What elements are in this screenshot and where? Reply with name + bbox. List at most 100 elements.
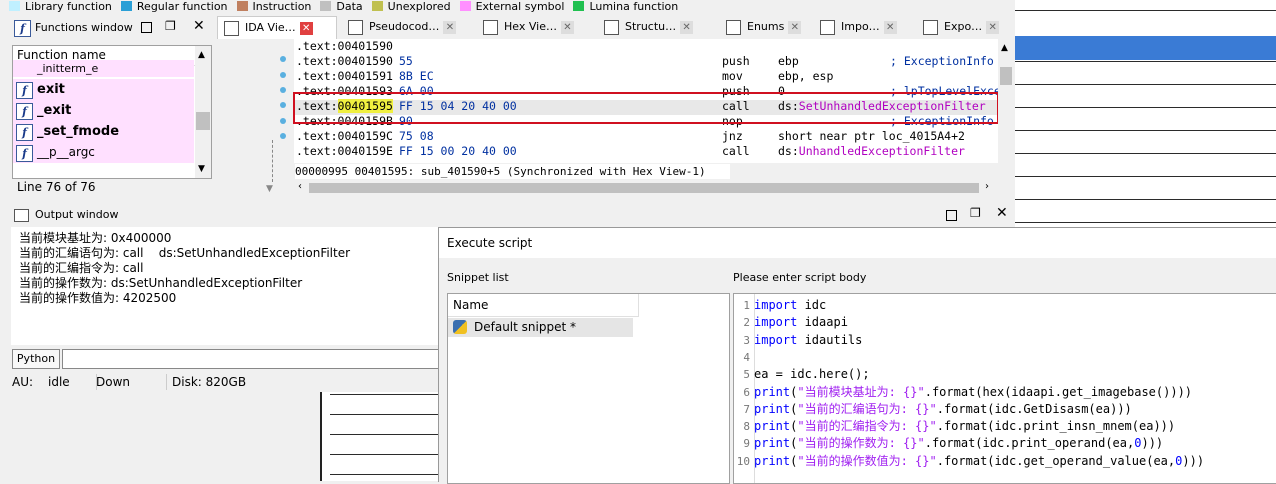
script-line[interactable]: 10 print("当前的操作数值为: {}".format(idc.get_op… <box>734 453 1204 470</box>
script-line[interactable]: 5 ea = idc.here(); <box>734 366 870 383</box>
disasm-address: .text:0040159C <box>296 129 393 143</box>
script-line[interactable]: 8 print("当前的汇编指令为: {}".format(idc.print_i… <box>734 418 1175 435</box>
list-item[interactable]: f _set_fmode <box>13 121 194 142</box>
color-legend: Library function Regular function Instruct… <box>0 0 1015 12</box>
breakpoint-dot[interactable] <box>280 133 286 139</box>
restore-icon[interactable]: ❐ <box>970 206 981 220</box>
breakpoint-dot[interactable] <box>280 87 286 93</box>
code-text: ))) <box>1182 453 1205 468</box>
line-number: 8 <box>743 420 750 434</box>
code-text: ea = idc.here(); <box>754 367 870 382</box>
close-icon[interactable]: ✕ <box>883 20 897 34</box>
script-line[interactable]: 3 import idautils <box>734 332 862 349</box>
code-text: .format(idc.get_operand_value(ea, <box>936 453 1176 468</box>
functions-list[interactable]: Function name _initterm_e f exit f _exit f… <box>12 45 212 179</box>
script-editor[interactable]: 1 import idc 2 import idaapi 3 import idautil… <box>733 293 1276 484</box>
close-icon[interactable]: ✕ <box>788 20 802 34</box>
breakpoint-dot[interactable] <box>280 118 286 124</box>
python-button[interactable]: Python <box>12 349 60 369</box>
breakpoint-dot[interactable] <box>280 102 286 108</box>
restore-icon[interactable]: ❐ <box>165 19 176 33</box>
list-item[interactable]: f exit <box>13 79 194 100</box>
script-line[interactable]: 6 print("当前模块基址为: {}".format(hex(idaapi.g… <box>734 384 1192 401</box>
dialog-titlebar[interactable] <box>439 228 1276 258</box>
tab-pseudocode[interactable]: Pseudocod… ✕ <box>342 16 457 38</box>
close-icon[interactable]: ✕ <box>299 21 313 35</box>
status-bar: AU: idle Down Disk: 820GB <box>12 374 247 390</box>
script-line[interactable]: 2 import idaapi <box>734 314 848 331</box>
tab-structures[interactable]: Structu… ✕ <box>598 16 694 38</box>
script-line[interactable]: 1 import idc <box>734 297 826 314</box>
disasm-comment: ; ExceptionInfo <box>890 54 994 68</box>
list-item[interactable]: _initterm_e <box>13 60 194 77</box>
functions-window-title: Functions window <box>35 21 133 34</box>
close-icon[interactable]: ✕ <box>986 20 1000 34</box>
tab-imports[interactable]: Impo… ✕ <box>814 16 897 38</box>
legend-swatch <box>459 1 471 11</box>
breakpoint-dot[interactable] <box>280 56 286 62</box>
function-icon: f <box>16 103 33 120</box>
legend-label: Data <box>336 0 363 12</box>
script-line[interactable]: 4 <box>734 349 754 366</box>
function-icon: f <box>16 124 33 141</box>
script-body-label: Please enter script body <box>733 271 867 284</box>
output-icon <box>14 209 29 222</box>
output-window-title: Output window <box>35 208 119 221</box>
legend-item: Library function <box>9 0 112 12</box>
disasm-mnemonic: push <box>722 54 750 68</box>
legend-item: External symbol <box>459 0 564 12</box>
legend-swatch <box>573 1 585 11</box>
tab-enums[interactable]: Enums ✕ <box>720 16 802 38</box>
command-input[interactable] <box>62 349 440 369</box>
tab-hex-view[interactable]: Hex Vie… ✕ <box>477 16 574 38</box>
pseudocode-icon <box>348 19 363 35</box>
functions-scrollbar[interactable]: ▲ ▼ <box>195 46 211 178</box>
close-icon[interactable]: ✕ <box>996 205 1008 221</box>
string-literal: "当前模块基址为: {}" <box>797 384 925 399</box>
keyword: print <box>754 401 791 416</box>
code-vertical-scrollbar[interactable]: ▲ <box>998 39 1014 180</box>
ida-view-icon <box>224 20 239 36</box>
output-line: 当前模块基址为: 0x400000 <box>19 231 172 245</box>
close-icon[interactable]: ✕ <box>193 18 205 34</box>
list-item[interactable]: f _exit <box>13 100 194 121</box>
maximize-icon[interactable] <box>141 22 152 33</box>
functions-window-titlebar[interactable]: f Functions window ❐ ✕ <box>11 17 211 39</box>
branch-arrow <box>272 140 274 182</box>
status-disk: Disk: 820GB <box>172 375 247 389</box>
legend-label: Regular function <box>136 0 228 12</box>
list-item[interactable]: f __p__argc <box>13 142 194 163</box>
maximize-icon[interactable] <box>946 210 957 221</box>
snippet-item[interactable]: Default snippet * <box>448 318 633 337</box>
string-literal: "当前的汇编语句为: {}" <box>797 401 937 416</box>
output-line: 当前的操作数为: ds:SetUnhandledExceptionFilter <box>19 276 303 290</box>
legend-label: Lumina function <box>589 0 679 12</box>
script-line[interactable]: 7 print("当前的汇编语句为: {}".format(idc.GetDisa… <box>734 401 1132 418</box>
python-icon <box>453 320 467 334</box>
tab-exports[interactable]: Expo… ✕ <box>917 16 1000 38</box>
disasm-operand: ds:UnhandledExceptionFilter <box>778 144 965 158</box>
status-state: idle <box>48 375 70 389</box>
close-icon[interactable]: ✕ <box>560 20 574 34</box>
hex-view-icon <box>483 19 498 35</box>
output-window-titlebar[interactable]: Output window ❐ ✕ <box>12 205 1015 225</box>
snippet-list[interactable]: Name Default snippet * <box>447 293 730 484</box>
disasm-bytes: FF 15 00 20 40 00 <box>399 144 517 158</box>
line-number: 2 <box>743 316 750 330</box>
breakpoint-dot[interactable] <box>280 72 286 78</box>
close-icon[interactable]: ✕ <box>443 20 457 34</box>
line-number: 1 <box>743 299 750 312</box>
tab-ida-view[interactable]: IDA Vie… ✕ <box>217 16 337 39</box>
legend-swatch <box>236 1 248 11</box>
legend-label: Unexplored <box>387 0 451 12</box>
legend-label: Library function <box>25 0 112 12</box>
close-icon[interactable]: ✕ <box>680 20 694 34</box>
output-text[interactable]: 当前模块基址为: 0x400000 当前的汇编语句为: call ds:SetU… <box>11 227 441 345</box>
script-line[interactable]: 9 print("当前的操作数为: {}".format(idc.print_op… <box>734 435 1163 452</box>
snippet-name-header[interactable]: Name <box>448 294 639 317</box>
line-number: 9 <box>743 437 750 451</box>
code-horizontal-scrollbar[interactable]: ‹ › <box>295 181 997 195</box>
code-text: .format(idc.GetDisasm(ea))) <box>936 401 1132 416</box>
code-text: idc <box>797 298 827 312</box>
legend-item: Lumina function <box>573 0 678 12</box>
